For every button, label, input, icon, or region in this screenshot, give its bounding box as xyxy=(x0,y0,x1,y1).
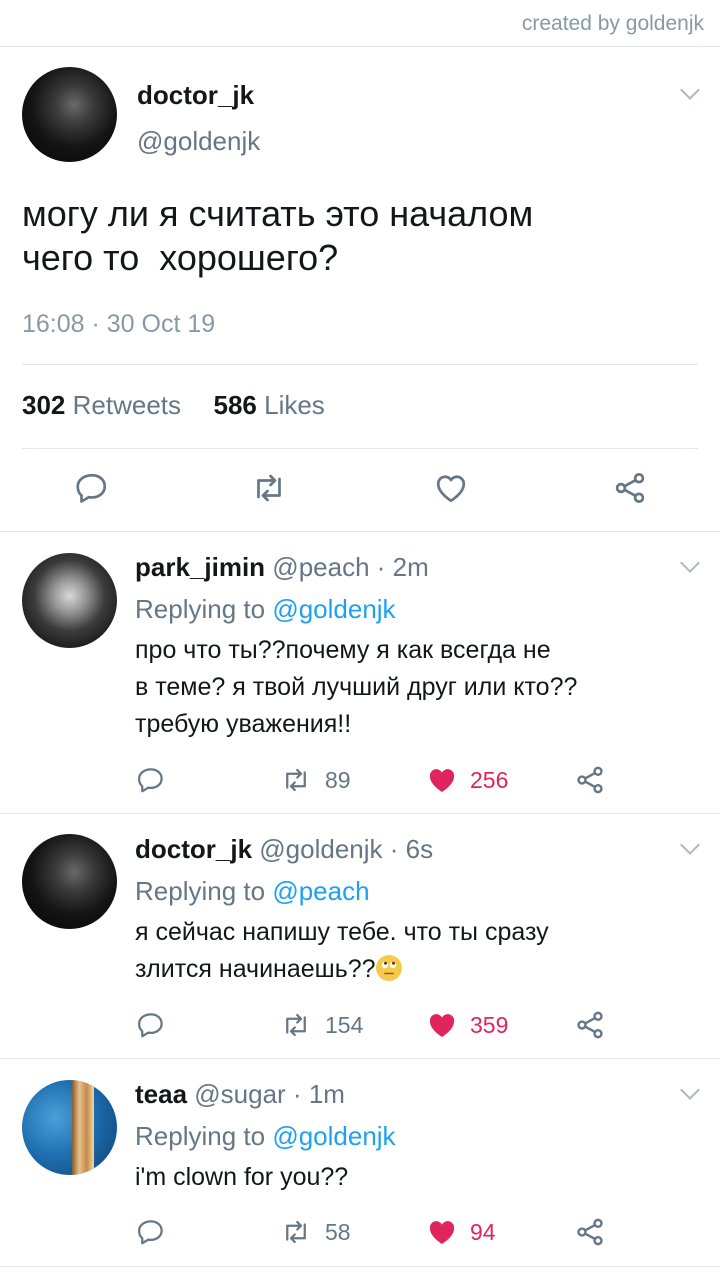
retweet-count: 58 xyxy=(325,1219,351,1245)
avatar[interactable] xyxy=(22,67,117,162)
reply-text: i'm clown for you?? xyxy=(135,1163,349,1191)
replying-label: Replying to xyxy=(135,594,266,624)
tweet-timestamp: 16:08 · 30 Oct 19 xyxy=(22,310,216,338)
retweet-icon[interactable] xyxy=(250,470,288,506)
reply-icon[interactable] xyxy=(136,1217,166,1247)
chevron-down-icon[interactable] xyxy=(680,553,700,573)
share-icon[interactable] xyxy=(574,764,606,796)
retweets-label: Retweets xyxy=(72,390,182,420)
reply-text: про что ты??почему я как всегда не в тем… xyxy=(135,636,578,738)
share-icon[interactable] xyxy=(574,1216,606,1248)
reply-header: park_jimin @peach · 2m xyxy=(135,552,429,583)
divider xyxy=(0,1058,720,1059)
retweet-icon[interactable] xyxy=(280,1217,312,1247)
retweets-stat[interactable]: 302 Retweets xyxy=(22,390,181,420)
divider xyxy=(0,46,720,47)
share-icon[interactable] xyxy=(611,470,649,506)
author-name[interactable]: doctor_jk xyxy=(135,834,252,864)
heart-icon[interactable] xyxy=(426,1216,458,1248)
face-with-rolling-eyes-icon xyxy=(375,955,402,981)
reply-icon[interactable] xyxy=(136,765,166,795)
like-count: 94 xyxy=(470,1219,496,1245)
divider xyxy=(22,448,698,449)
author-name[interactable]: park_jimin xyxy=(135,552,265,582)
replying-to: Replying to @goldenjk xyxy=(135,594,396,625)
replying-to-link[interactable]: @goldenjk xyxy=(272,594,395,624)
divider xyxy=(0,1266,720,1267)
retweets-count: 302 xyxy=(22,390,66,420)
avatar[interactable] xyxy=(22,834,117,929)
replying-label: Replying to xyxy=(135,1121,266,1151)
heart-icon[interactable] xyxy=(432,470,470,506)
author-meta: @sugar · 1m xyxy=(194,1079,345,1109)
reply-header: teaa @sugar · 1m xyxy=(135,1079,345,1110)
chevron-down-icon[interactable] xyxy=(680,80,700,100)
chevron-down-icon[interactable] xyxy=(680,835,700,855)
divider xyxy=(0,813,720,814)
tweet-text: могу ли я считать это началом чего то хо… xyxy=(22,193,534,278)
reply-text: я сейчас напишу тебе. что ты сразу злитс… xyxy=(135,914,675,988)
divider xyxy=(22,364,698,365)
credit-label: created by goldenjk xyxy=(521,12,704,35)
replying-to-link[interactable]: @peach xyxy=(272,876,369,906)
reply-text-content: я сейчас напишу тебе. что ты сразу злитс… xyxy=(135,918,549,983)
retweet-count: 89 xyxy=(325,767,351,793)
divider xyxy=(0,531,720,532)
replying-to: Replying to @goldenjk xyxy=(135,1121,396,1152)
author-name[interactable]: doctor_jk xyxy=(137,80,254,111)
author-meta: @peach · 2m xyxy=(272,552,429,582)
likes-label: Likes xyxy=(264,390,325,420)
like-count: 359 xyxy=(470,1012,509,1038)
replying-label: Replying to xyxy=(135,876,266,906)
heart-icon[interactable] xyxy=(426,1009,458,1041)
replying-to-link[interactable]: @goldenjk xyxy=(272,1121,395,1151)
chevron-down-icon[interactable] xyxy=(680,1080,700,1100)
author-meta: @goldenjk · 6s xyxy=(259,834,434,864)
author-name[interactable]: teaa xyxy=(135,1079,187,1109)
likes-count: 586 xyxy=(213,390,257,420)
like-count: 256 xyxy=(470,767,509,793)
tweet-stats: 302 Retweets 586 Likes xyxy=(22,390,325,421)
likes-stat[interactable]: 586 Likes xyxy=(213,390,324,420)
reply-icon[interactable] xyxy=(74,470,110,506)
share-icon[interactable] xyxy=(574,1009,606,1041)
heart-icon[interactable] xyxy=(426,764,458,796)
reply-icon[interactable] xyxy=(136,1010,166,1040)
avatar[interactable] xyxy=(22,1080,117,1175)
replying-to: Replying to @peach xyxy=(135,876,370,907)
reply-header: doctor_jk @goldenjk · 6s xyxy=(135,834,433,865)
retweet-icon[interactable] xyxy=(280,765,312,795)
avatar[interactable] xyxy=(22,553,117,648)
author-handle[interactable]: @goldenjk xyxy=(137,126,260,157)
retweet-count: 154 xyxy=(325,1012,364,1038)
retweet-icon[interactable] xyxy=(280,1010,312,1040)
